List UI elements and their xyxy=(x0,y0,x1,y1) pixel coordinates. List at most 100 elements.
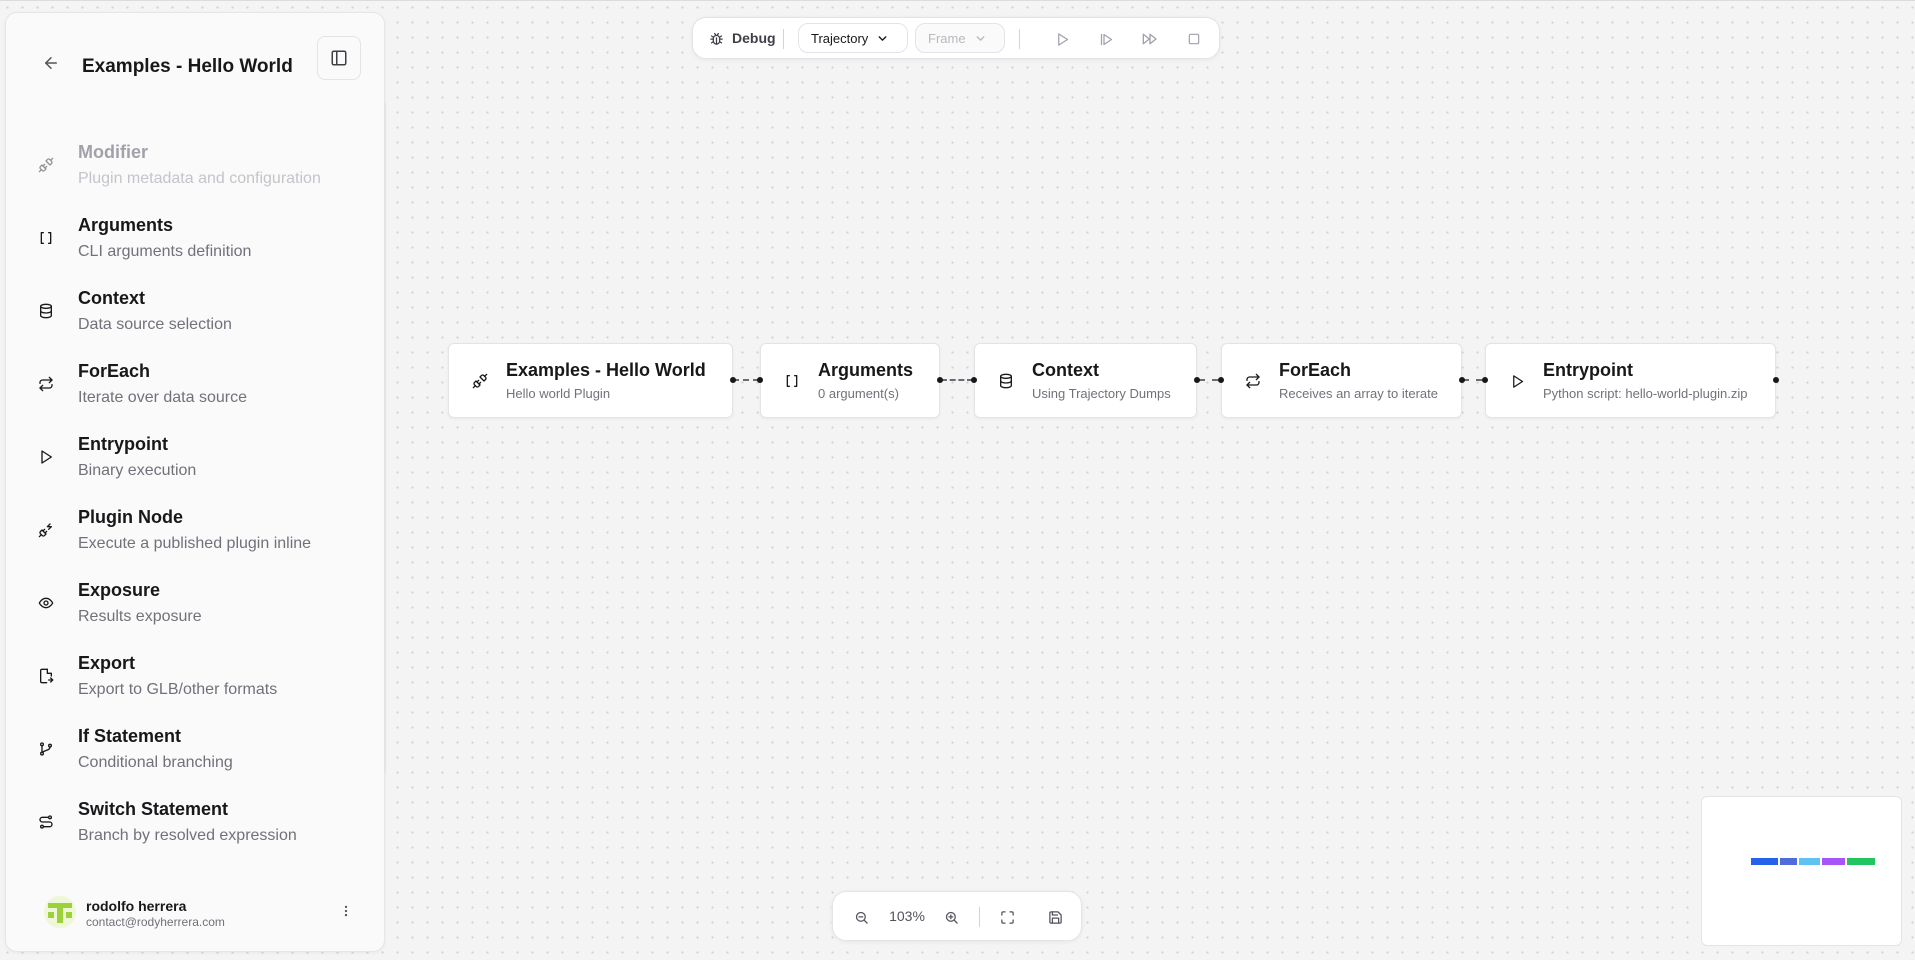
user-profile[interactable]: rodolfo herrera contact@rodyherrera.com xyxy=(36,881,366,931)
palette-item-label: Arguments xyxy=(78,215,174,235)
node-title: ForEach xyxy=(1279,360,1352,380)
palette-item-description: Export to GLB/other formats xyxy=(78,681,278,698)
run-button[interactable] xyxy=(1051,28,1073,50)
page-title: Examples - Hello World xyxy=(82,56,293,77)
palette-item-context[interactable]: Context Data source selection xyxy=(6,282,381,355)
output-handle[interactable] xyxy=(1459,377,1465,383)
fit-view-button[interactable] xyxy=(996,906,1018,928)
palette-item-label: Modifier xyxy=(78,142,148,162)
node-subtitle: Python script: hello-world-plugin.zip xyxy=(1543,386,1748,401)
step-button[interactable] xyxy=(1095,28,1117,50)
palette-item-if-statement[interactable]: If Statement Conditional branching xyxy=(6,720,381,793)
palette-item-label: Export xyxy=(78,653,136,673)
plug-icon xyxy=(471,372,489,390)
more-options-button[interactable] xyxy=(336,901,356,921)
play-icon xyxy=(1508,372,1526,390)
database-icon xyxy=(997,372,1015,390)
palette-item-label: Exposure xyxy=(78,580,161,600)
palette-item-entrypoint[interactable]: Entrypoint Binary execution xyxy=(6,428,381,501)
input-handle[interactable] xyxy=(1218,377,1224,383)
palette-item-switch-statement[interactable]: Switch Statement Branch by resolved expr… xyxy=(6,793,381,866)
palette-item-plugin-node[interactable]: Plugin Node Execute a published plugin i… xyxy=(6,501,381,574)
stop-icon xyxy=(1188,33,1200,45)
plug-icon xyxy=(36,155,56,175)
node-title: Arguments xyxy=(818,360,914,380)
output-handle[interactable] xyxy=(1773,377,1779,383)
file-export-icon xyxy=(36,666,56,686)
palette-item-foreach[interactable]: ForEach Iterate over data source xyxy=(6,355,381,428)
save-button[interactable] xyxy=(1044,906,1066,928)
palette-item-description: Results exposure xyxy=(78,608,202,625)
trajectory-select[interactable]: Trajectory xyxy=(798,23,908,53)
stop-button[interactable] xyxy=(1183,28,1205,50)
node-palette-list: Modifier Plugin metadata and configurati… xyxy=(6,136,381,866)
palette-item-description: Plugin metadata and configuration xyxy=(78,170,321,187)
top-border xyxy=(0,0,1915,1)
edge-connection[interactable] xyxy=(1199,379,1218,381)
palette-item-exposure[interactable]: Exposure Results exposure xyxy=(6,574,381,647)
maximize-icon xyxy=(1000,910,1014,924)
debug-toolbar: Debug Trajectory Frame xyxy=(692,17,1220,59)
palette-item-label: ForEach xyxy=(78,361,151,381)
palette-item-description: Data source selection xyxy=(78,316,232,333)
panel-left-icon xyxy=(331,50,347,66)
debug-label: Debug xyxy=(732,30,776,46)
output-handle[interactable] xyxy=(937,377,943,383)
output-handle[interactable] xyxy=(1194,377,1200,383)
output-handle[interactable] xyxy=(730,377,736,383)
more-vertical-icon xyxy=(344,905,348,917)
minimap[interactable] xyxy=(1701,796,1902,946)
plug-zap-icon xyxy=(36,520,56,540)
zoom-out-button[interactable] xyxy=(850,906,872,928)
back-button[interactable] xyxy=(36,48,66,78)
frame-select-label: Frame xyxy=(928,30,966,46)
step-forward-icon xyxy=(1100,33,1112,45)
chevron-down-icon xyxy=(878,35,887,41)
arrow-left-icon xyxy=(45,57,57,69)
avatar xyxy=(44,896,76,928)
brackets-icon xyxy=(783,372,801,390)
user-email: contact@rodyherrera.com xyxy=(86,915,225,929)
minimap-node xyxy=(1799,858,1820,865)
user-name: rodolfo herrera xyxy=(86,898,187,914)
node-title: Entrypoint xyxy=(1543,360,1633,380)
input-handle[interactable] xyxy=(971,377,977,383)
palette-item-description: Branch by resolved expression xyxy=(78,827,297,844)
toggle-sidebar-button[interactable] xyxy=(317,36,361,80)
zoom-in-button[interactable] xyxy=(940,906,962,928)
zoom-out-icon xyxy=(855,911,868,924)
debug-indicator: Debug xyxy=(709,30,776,46)
node-entrypoint[interactable]: Entrypoint Python script: hello-world-pl… xyxy=(1485,343,1776,418)
palette-item-label: Context xyxy=(78,288,145,308)
node-context[interactable]: Context Using Trajectory Dumps xyxy=(974,343,1197,418)
fast-forward-button[interactable] xyxy=(1139,28,1161,50)
node-arguments[interactable]: Arguments 0 argument(s) xyxy=(760,343,940,418)
fast-forward-icon xyxy=(1142,33,1157,45)
node-subtitle: 0 argument(s) xyxy=(818,386,899,401)
zoom-level: 103% xyxy=(889,908,925,924)
input-handle[interactable] xyxy=(757,377,763,383)
zoom-in-icon xyxy=(945,911,958,924)
trajectory-select-label: Trajectory xyxy=(811,30,869,46)
edge-connection[interactable] xyxy=(1463,379,1482,381)
frame-select[interactable]: Frame xyxy=(915,23,1005,53)
play-icon xyxy=(36,447,56,467)
node-subtitle: Using Trajectory Dumps xyxy=(1032,386,1171,401)
brackets-icon xyxy=(36,228,56,248)
minimap-node xyxy=(1822,858,1845,865)
node-modifier[interactable]: Examples - Hello World Hello world Plugi… xyxy=(448,343,733,418)
palette-item-export[interactable]: Export Export to GLB/other formats xyxy=(6,647,381,720)
sidebar-scrollbar[interactable] xyxy=(384,103,386,773)
palette-item-label: Plugin Node xyxy=(78,507,183,527)
zoom-divider xyxy=(979,907,980,927)
edge-connection[interactable] xyxy=(733,379,759,381)
edge-connection[interactable] xyxy=(941,379,973,381)
node-foreach[interactable]: ForEach Receives an array to iterate xyxy=(1221,343,1462,418)
input-handle[interactable] xyxy=(1482,377,1488,383)
minimap-node xyxy=(1780,858,1797,865)
repeat-icon xyxy=(1244,372,1262,390)
palette-item-modifier[interactable]: Modifier Plugin metadata and configurati… xyxy=(6,136,381,209)
repeat-icon xyxy=(36,374,56,394)
palette-item-arguments[interactable]: Arguments CLI arguments definition xyxy=(6,209,381,282)
palette-item-description: Iterate over data source xyxy=(78,389,247,406)
